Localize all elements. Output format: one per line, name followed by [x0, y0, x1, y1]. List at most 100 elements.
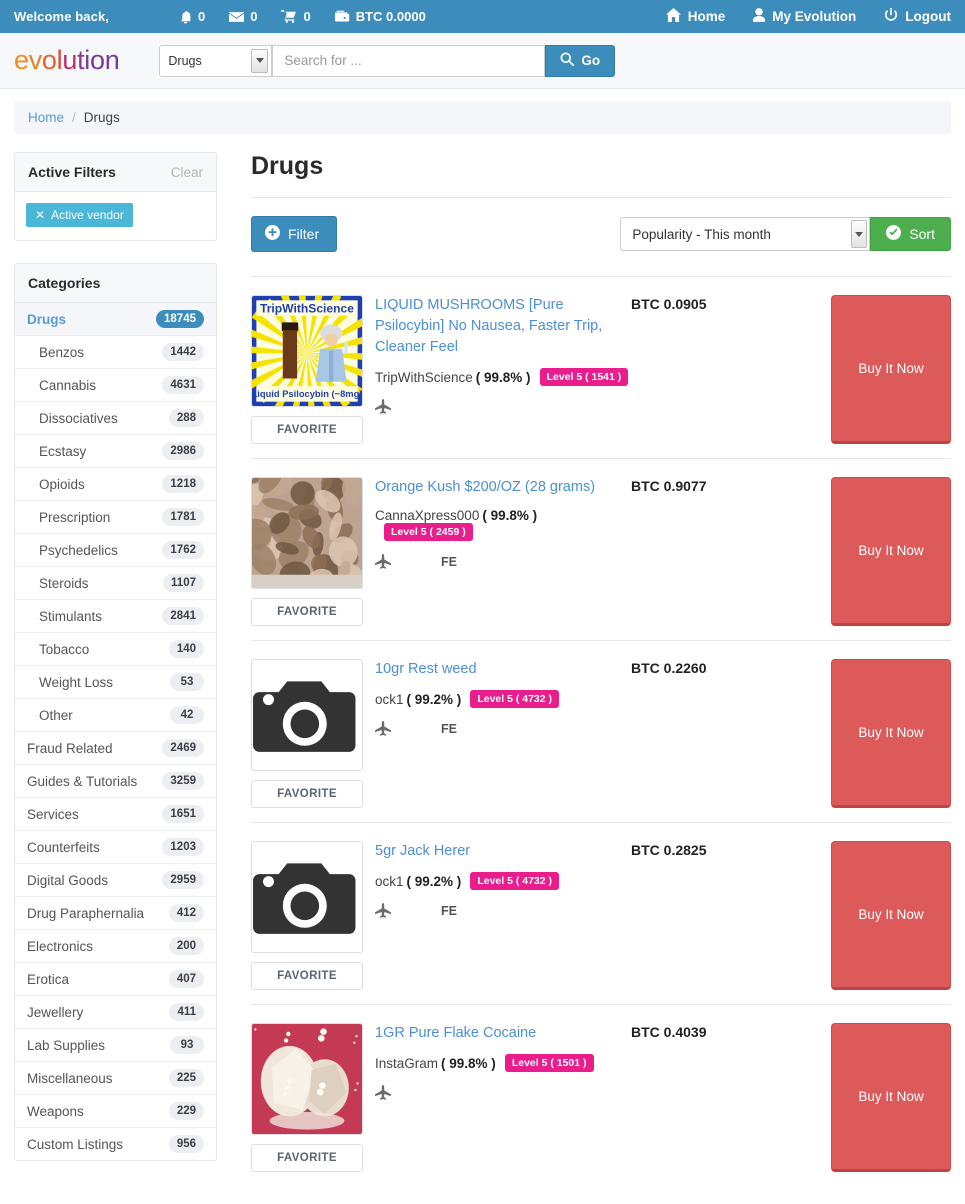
vendor-level-badge: Level 5 ( 4732 ) [470, 690, 560, 708]
product-thumbnail[interactable] [251, 1023, 363, 1135]
product-thumbnail[interactable] [251, 841, 363, 953]
vendor-name[interactable]: ock1 [375, 874, 404, 889]
category-item-cannabis[interactable]: Cannabis 4631 [15, 369, 216, 401]
home-icon [665, 8, 681, 25]
check-circle-icon [886, 225, 902, 243]
search-category-select[interactable]: Drugs [159, 44, 273, 77]
buy-it-now-button[interactable]: Buy It Now [831, 1023, 951, 1172]
nav-logout[interactable]: Logout [884, 7, 951, 25]
category-item-tobacco[interactable]: Tobacco 140 [15, 633, 216, 665]
category-item-psychedelics[interactable]: Psychedelics 1762 [15, 534, 216, 566]
cart-stat[interactable]: 0 [281, 9, 311, 24]
category-label: Weight Loss [39, 674, 114, 690]
breadcrumb-home[interactable]: Home [28, 110, 64, 125]
category-count-badge: 1762 [162, 541, 204, 559]
category-count-badge: 2986 [162, 442, 204, 460]
favorite-button[interactable]: FAVORITE [251, 780, 363, 808]
site-logo[interactable]: evolution [14, 45, 120, 76]
wallet-stat[interactable]: BTC 0.0000 [334, 9, 426, 24]
logo-letter: o [89, 45, 105, 75]
vendor-name[interactable]: InstaGram [375, 1056, 438, 1071]
category-item-drug-paraphernalia[interactable]: Drug Paraphernalia 412 [15, 897, 216, 929]
category-item-custom-listings[interactable]: Custom Listings 956 [15, 1128, 216, 1160]
category-label: Stimulants [39, 608, 103, 624]
category-item-other[interactable]: Other 42 [15, 699, 216, 731]
category-item-digital-goods[interactable]: Digital Goods 2959 [15, 864, 216, 896]
favorite-button[interactable]: FAVORITE [251, 962, 363, 990]
filter-tag-label: Active vendor [51, 208, 124, 222]
category-item-weight-loss[interactable]: Weight Loss 53 [15, 666, 216, 698]
vendor-name[interactable]: TripWithScience [375, 370, 473, 385]
sort-button[interactable]: Sort [870, 217, 951, 251]
category-item-lab-supplies[interactable]: Lab Supplies 93 [15, 1029, 216, 1061]
category-item-erotica[interactable]: Erotica 407 [15, 963, 216, 995]
vendor-rating: ( 99.8% ) [441, 1055, 496, 1071]
product-title-link[interactable]: 10gr Rest weed [375, 659, 631, 680]
notifications-stat[interactable]: 0 [179, 9, 205, 24]
vendor-name[interactable]: CannaXpress000 [375, 508, 479, 523]
category-item-benzos[interactable]: Benzos 1442 [15, 336, 216, 368]
product-title-link[interactable]: 1GR Pure Flake Cocaine [375, 1023, 631, 1044]
category-item-opioids[interactable]: Opioids 1218 [15, 468, 216, 500]
buy-it-now-button[interactable]: Buy It Now [831, 295, 951, 444]
buy-it-now-button[interactable]: Buy It Now [831, 841, 951, 990]
categories-header: Categories [15, 264, 216, 303]
vendor-line: CannaXpress000( 99.8% ) Level 5 ( 2459 ) [375, 508, 631, 541]
category-item-jewellery[interactable]: Jewellery 411 [15, 996, 216, 1028]
vendor-rating: ( 99.8% ) [475, 369, 531, 385]
favorite-button[interactable]: FAVORITE [251, 1144, 363, 1172]
category-item-dissociatives[interactable]: Dissociatives 288 [15, 402, 216, 434]
product-price: BTC 0.9077 [631, 478, 707, 494]
wallet-balance: BTC 0.0000 [355, 9, 426, 24]
nav-home[interactable]: Home [665, 8, 726, 25]
category-item-counterfeits[interactable]: Counterfeits 1203 [15, 831, 216, 863]
envelope-icon [229, 11, 245, 23]
page-title: Drugs [251, 152, 324, 180]
vendor-name[interactable]: ock1 [375, 692, 404, 707]
buy-it-now-button[interactable]: Buy It Now [831, 477, 951, 626]
favorite-button[interactable]: FAVORITE [251, 598, 363, 626]
category-item-prescription[interactable]: Prescription 1781 [15, 501, 216, 533]
product-price: BTC 0.2825 [631, 842, 707, 858]
sort-select[interactable]: Popularity - This month [620, 217, 871, 251]
category-count-badge: 2959 [162, 871, 204, 889]
category-item-ecstasy[interactable]: Ecstasy 2986 [15, 435, 216, 467]
category-item-weapons[interactable]: Weapons 229 [15, 1095, 216, 1127]
nav-my-evolution[interactable]: My Evolution [753, 8, 856, 25]
product-meta-line: FE [375, 720, 631, 738]
category-item-drugs[interactable]: Drugs 18745 [15, 303, 216, 335]
favorite-button[interactable]: FAVORITE [251, 416, 363, 444]
product-title-link[interactable]: LIQUID MUSHROOMS [Pure Psilocybin] No Na… [375, 295, 631, 358]
product-listing-row: FAVORITE 1GR Pure Flake Cocaine InstaGram(… [251, 1004, 951, 1186]
product-thumbnail-column: FAVORITE [251, 841, 373, 990]
nav-home-label: Home [687, 9, 726, 24]
product-info-column: 1GR Pure Flake Cocaine InstaGram( 99.8% )… [373, 1023, 631, 1172]
category-item-guides-tutorials[interactable]: Guides & Tutorials 3259 [15, 765, 216, 797]
category-item-fraud-related[interactable]: Fraud Related 2469 [15, 732, 216, 764]
search-input[interactable] [272, 44, 546, 77]
filter-tag-active-vendor[interactable]: ✕ Active vendor [26, 203, 133, 227]
logo-letter: u [62, 45, 78, 75]
product-title-link[interactable]: 5gr Jack Herer [375, 841, 631, 862]
product-title-link[interactable]: Orange Kush $200/OZ (28 grams) [375, 477, 631, 498]
logo-letter: n [104, 45, 120, 75]
buy-column: Buy It Now [791, 659, 951, 808]
messages-stat[interactable]: 0 [229, 9, 257, 24]
category-item-electronics[interactable]: Electronics 200 [15, 930, 216, 962]
camera-placeholder-icon [253, 863, 356, 934]
category-item-stimulants[interactable]: Stimulants 2841 [15, 600, 216, 632]
category-item-miscellaneous[interactable]: Miscellaneous 225 [15, 1062, 216, 1094]
close-icon[interactable]: ✕ [35, 209, 45, 221]
buy-it-now-button[interactable]: Buy It Now [831, 659, 951, 808]
product-thumbnail[interactable] [251, 659, 363, 771]
product-thumbnail[interactable] [251, 477, 363, 589]
product-info-column: Orange Kush $200/OZ (28 grams) CannaXpres… [373, 477, 631, 626]
category-item-services[interactable]: Services 1651 [15, 798, 216, 830]
clear-filters-link[interactable]: Clear [171, 165, 203, 180]
filter-button[interactable]: Filter [251, 216, 338, 252]
search-go-button[interactable]: Go [545, 44, 616, 77]
product-thumbnail[interactable]: TripWithScience Liquid Psilocybin (~8mg) [251, 295, 363, 407]
category-count-badge: 18745 [156, 310, 204, 328]
product-price: BTC 0.4039 [631, 1024, 707, 1040]
category-item-steroids[interactable]: Steroids 1107 [15, 567, 216, 599]
